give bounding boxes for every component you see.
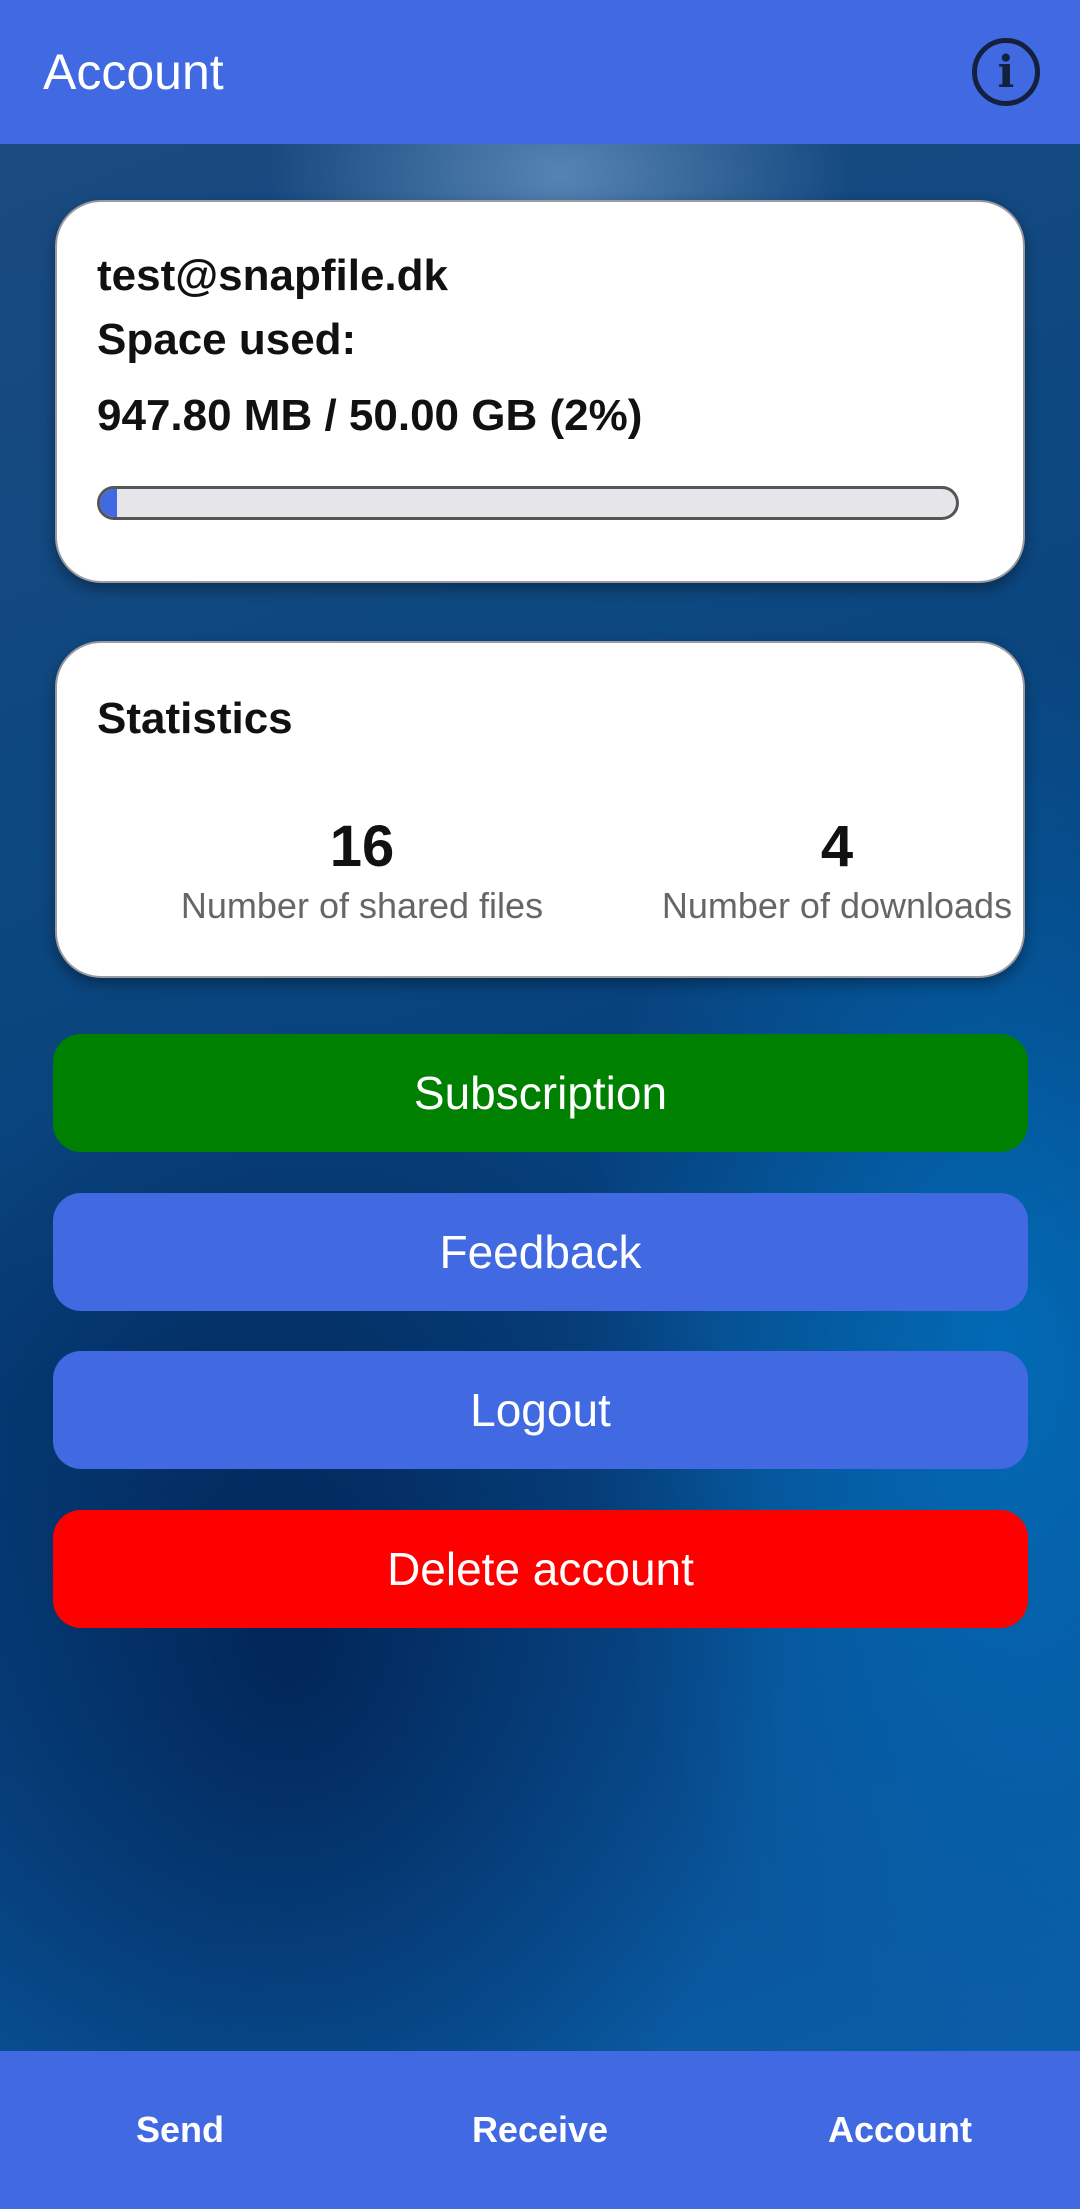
downloads-count: 4 bbox=[820, 814, 854, 879]
nav-account-tab[interactable]: Account bbox=[720, 2051, 1080, 2209]
delete-account-button[interactable]: Delete account bbox=[53, 1510, 1028, 1628]
shared-files-label: Number of shared files bbox=[180, 885, 544, 926]
space-usage-progress-fill bbox=[100, 489, 118, 517]
nav-send-tab[interactable]: Send bbox=[0, 2051, 360, 2209]
app-bar: Account i bbox=[0, 0, 1080, 144]
nav-receive-tab[interactable]: Receive bbox=[360, 2051, 720, 2209]
downloads-label: Number of downloads bbox=[661, 885, 1013, 926]
space-used-label: Space used: bbox=[97, 315, 357, 364]
downloads-stat: 4 Number of downloads bbox=[595, 813, 1079, 929]
subscription-button[interactable]: Subscription bbox=[53, 1034, 1028, 1152]
logout-button[interactable]: Logout bbox=[53, 1351, 1028, 1469]
info-icon-glyph: i bbox=[997, 46, 1015, 98]
shared-files-stat: 16 Number of shared files bbox=[107, 813, 617, 929]
statistics-card: Statistics 16 Number of shared files 4 N… bbox=[55, 641, 1025, 978]
shared-files-count: 16 bbox=[329, 814, 395, 879]
account-space-card: test@snapfile.dk Space used: 947.80 MB /… bbox=[55, 200, 1025, 583]
info-circle-icon[interactable]: i bbox=[972, 38, 1040, 106]
space-usage-progress-bar bbox=[97, 486, 959, 520]
statistics-title: Statistics bbox=[97, 694, 293, 743]
bottom-nav: Send Receive Account bbox=[0, 2051, 1080, 2209]
account-email: test@snapfile.dk bbox=[97, 251, 448, 300]
space-used-value: 947.80 MB / 50.00 GB (2%) bbox=[97, 391, 643, 440]
page-title: Account bbox=[43, 44, 224, 100]
feedback-button[interactable]: Feedback bbox=[53, 1193, 1028, 1311]
